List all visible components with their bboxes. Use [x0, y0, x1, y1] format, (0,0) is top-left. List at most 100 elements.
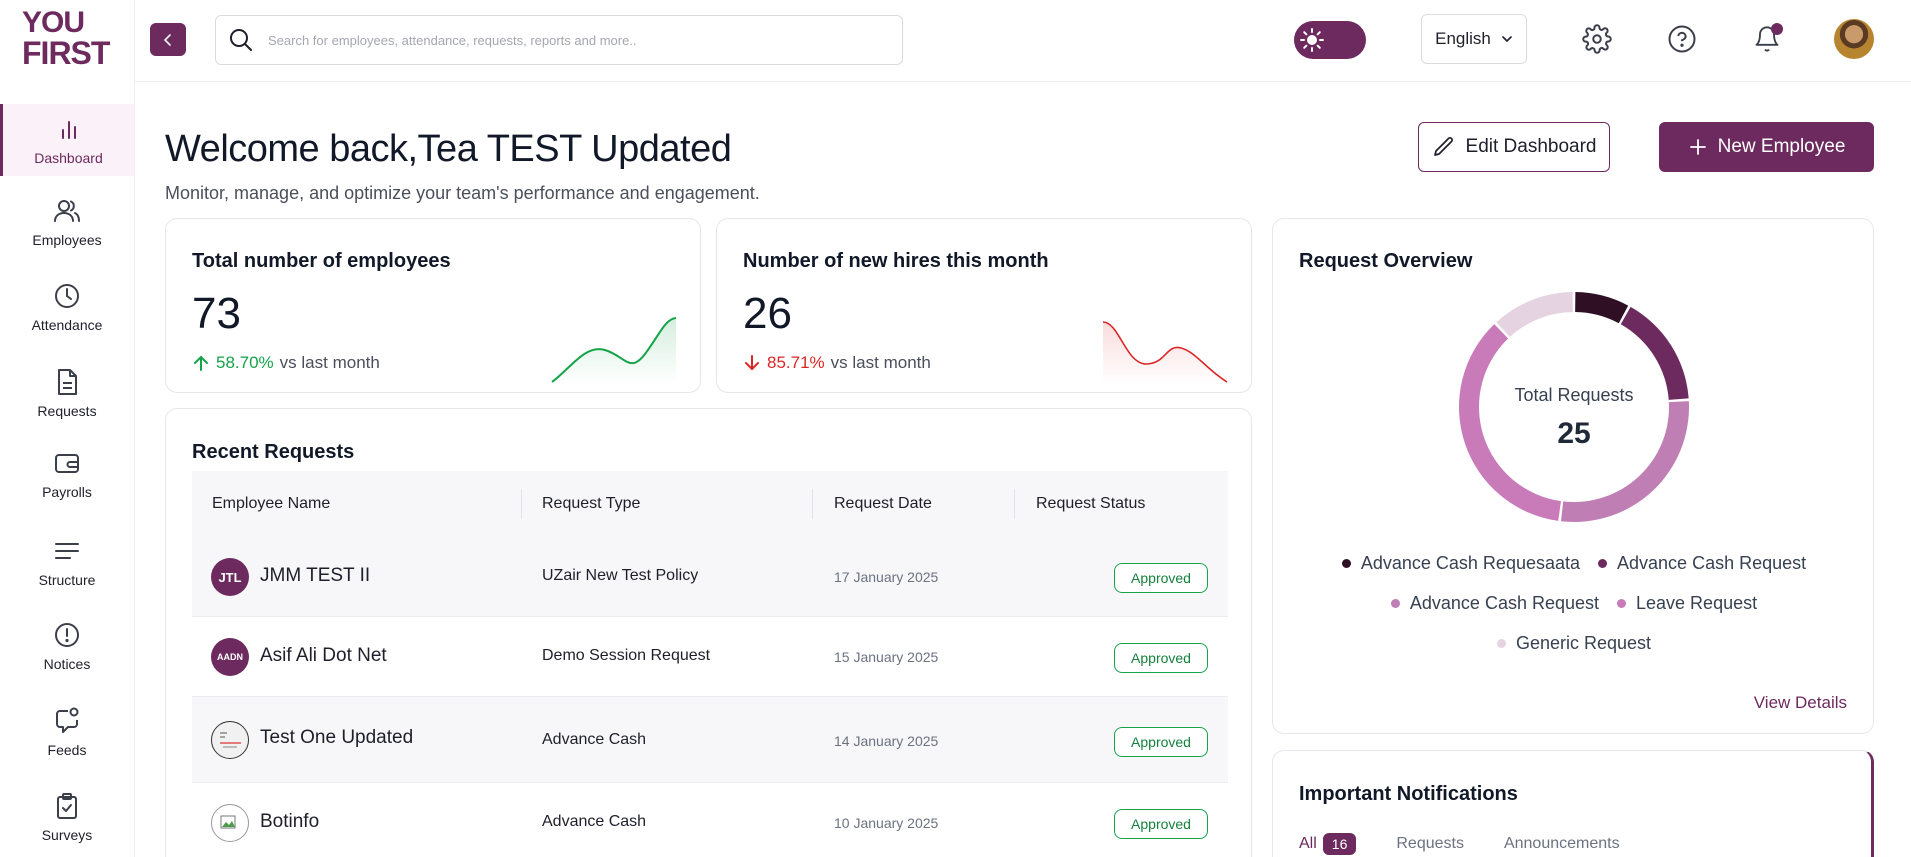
legend-item[interactable]: Generic Request: [1496, 633, 1651, 654]
sidebar-item-dashboard[interactable]: Dashboard: [0, 104, 134, 176]
employee-name: Botinfo: [260, 811, 320, 832]
request-donut-chart: Total Requests 25: [1459, 292, 1689, 522]
page-title: Welcome back,Tea TEST Updated: [165, 128, 732, 170]
tab-all-label: All: [1299, 835, 1317, 852]
column-header[interactable]: Request Type: [542, 495, 640, 513]
table-row[interactable]: Botinfo Advance Cash 10 January 2025 App…: [192, 783, 1228, 857]
chevron-left-icon: [163, 33, 171, 46]
card-title: Important Notifications: [1299, 783, 1518, 805]
view-details-link[interactable]: View Details: [1754, 693, 1847, 713]
column-header[interactable]: Employee Name: [212, 495, 330, 513]
edit-dashboard-button[interactable]: Edit Dashboard: [1418, 122, 1610, 172]
change-percent: 58.70%: [216, 353, 274, 372]
sidebar-item-label: Surveys: [41, 827, 93, 843]
chat-bubble-icon: [56, 707, 79, 733]
request-type: Demo Session Request: [542, 647, 711, 664]
legend-label: Advance Cash Requesaata: [1360, 553, 1581, 573]
legend-dot: [1598, 559, 1608, 568]
important-notifications-card: Important Notifications All 16 Requests …: [1272, 750, 1874, 857]
employee-name: JMM TEST II: [260, 565, 371, 586]
donut-center-value: 25: [1557, 417, 1590, 450]
sidebar-item-requests[interactable]: Requests: [0, 357, 134, 429]
tab-all-count: 16: [1322, 833, 1357, 855]
search-icon: [230, 29, 252, 51]
donut-slice[interactable]: [1496, 292, 1573, 337]
table-row[interactable]: AADN Asif Ali Dot Net Demo Session Reque…: [192, 617, 1228, 697]
change-suffix: vs last month: [279, 353, 380, 372]
legend-dot: [1341, 559, 1351, 568]
legend-item[interactable]: Leave Request: [1617, 593, 1757, 614]
legend-label: Advance Cash Request: [1409, 593, 1600, 613]
sidebar-item-label: Requests: [37, 403, 97, 419]
sidebar-item-employees[interactable]: Employees: [0, 186, 134, 258]
search-bar[interactable]: [215, 15, 903, 65]
alert-circle-icon: [55, 623, 79, 647]
donut-slice[interactable]: [1459, 324, 1561, 521]
card-title: Total number of employees: [192, 250, 451, 272]
chart-legend-row-3: Generic Request: [1273, 633, 1875, 654]
donut-center-label: Total Requests: [1514, 385, 1633, 405]
sidebar-item-label: Payrolls: [42, 484, 92, 500]
new-employee-button[interactable]: New Employee: [1659, 122, 1874, 172]
sidebar: YOU FIRST Dashboard Employees Attendance…: [0, 0, 135, 857]
clock-icon: [55, 284, 79, 308]
search-input[interactable]: [268, 32, 868, 48]
employee-name: Asif Ali Dot Net: [260, 645, 387, 666]
settings-button[interactable]: [1581, 23, 1613, 55]
sidebar-item-label: Structure: [38, 572, 96, 588]
new-employee-label: New Employee: [1717, 136, 1846, 157]
language-select[interactable]: English: [1421, 14, 1527, 64]
sidebar-item-feeds[interactable]: Feeds: [0, 696, 134, 768]
table-row[interactable]: Test One Updated Advance Cash 14 January…: [192, 697, 1228, 783]
employee-avatar: JTL: [211, 558, 249, 596]
change-percent: 85.71%: [767, 353, 825, 372]
legend-item[interactable]: Advance Cash Request: [1598, 553, 1806, 574]
arrow-down-icon: [745, 355, 759, 371]
help-circle-icon: [1668, 25, 1696, 53]
legend-label: Advance Cash Request: [1617, 553, 1807, 573]
request-type: Advance Cash: [542, 813, 647, 830]
column-header[interactable]: Request Status: [1036, 495, 1145, 513]
legend-dot: [1496, 639, 1506, 648]
sidebar-item-structure[interactable]: Structure: [0, 526, 134, 598]
arrow-up-icon: [194, 355, 208, 371]
chart-legend: Advance Cash Requesaata Advance Cash Req…: [1273, 553, 1875, 574]
request-date: 15 January 2025: [834, 649, 939, 665]
chevron-down-icon: [1502, 36, 1512, 43]
recent-requests-card: Recent Requests Employee Name Request Ty…: [165, 408, 1252, 857]
help-button[interactable]: [1666, 23, 1698, 55]
collapse-sidebar-button[interactable]: [150, 23, 186, 56]
card-title: Number of new hires this month: [743, 250, 1049, 272]
request-overview-card: Request Overview Total Requests 25 Advan…: [1272, 218, 1874, 734]
tab-requests[interactable]: Requests: [1396, 835, 1464, 853]
chart-legend-row-2: Advance Cash Request Leave Request: [1273, 593, 1875, 614]
request-type: Advance Cash: [542, 731, 647, 748]
table-row[interactable]: JTL JMM TEST II UZair New Test Policy 17…: [192, 537, 1228, 617]
sun-icon: [1300, 28, 1324, 52]
company-logo[interactable]: YOU FIRST: [22, 8, 117, 72]
table-header: Employee Name Request Type Request Date …: [192, 471, 1228, 537]
sidebar-item-attendance[interactable]: Attendance: [0, 271, 134, 343]
sidebar-item-surveys[interactable]: Surveys: [0, 781, 134, 853]
tab-all[interactable]: All 16: [1299, 833, 1357, 855]
notifications-button[interactable]: [1751, 23, 1783, 55]
status-badge: Approved: [1114, 563, 1208, 593]
broken-image-icon: [220, 732, 241, 748]
sidebar-item-payrolls[interactable]: Payrolls: [0, 438, 134, 510]
edit-dashboard-label: Edit Dashboard: [1465, 136, 1597, 157]
wallet-icon: [55, 454, 79, 473]
legend-label: Leave Request: [1636, 593, 1758, 613]
user-avatar[interactable]: [1834, 19, 1874, 59]
tab-announcements[interactable]: Announcements: [1504, 835, 1620, 853]
column-header[interactable]: Request Date: [834, 495, 932, 513]
request-type: UZair New Test Policy: [542, 567, 699, 584]
legend-item[interactable]: Advance Cash Request: [1390, 593, 1600, 614]
page-subtitle: Monitor, manage, and optimize your team'…: [165, 183, 760, 203]
theme-toggle[interactable]: [1294, 21, 1366, 59]
logo-line-2: FIRST: [22, 35, 110, 71]
donut-slice[interactable]: [1575, 292, 1629, 324]
clipboard-check-icon: [57, 793, 77, 819]
plus-icon: [1689, 139, 1706, 155]
sidebar-item-notices[interactable]: Notices: [0, 610, 134, 682]
legend-item[interactable]: Advance Cash Requesaata: [1341, 553, 1581, 574]
